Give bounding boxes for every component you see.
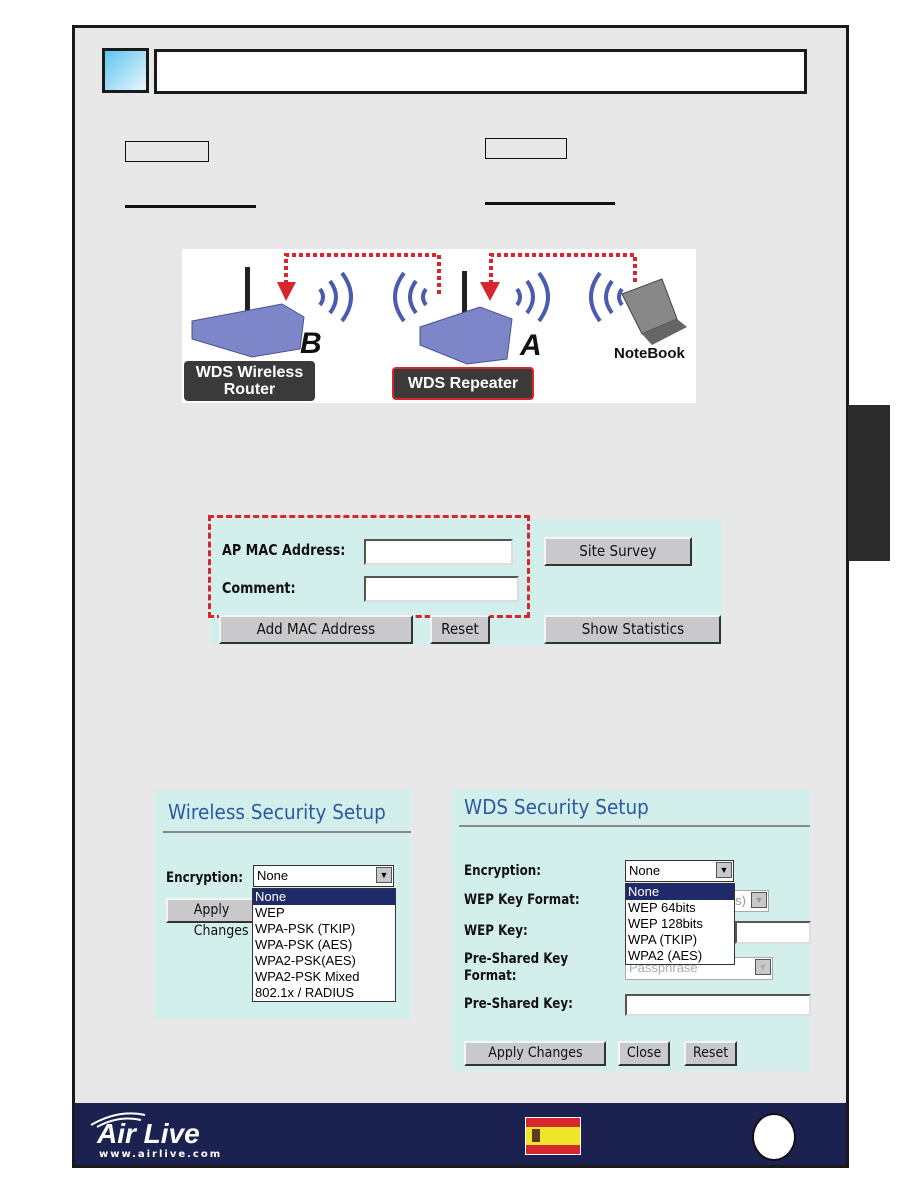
underline-left	[125, 205, 256, 208]
chevron-down-icon: ▼	[755, 959, 771, 975]
label-b: B	[300, 327, 322, 360]
wds-encryption-label: Encryption:	[464, 863, 541, 879]
show-statistics-button[interactable]: Show Statistics	[544, 615, 721, 644]
router-tag: WDS Wireless Router	[184, 361, 315, 401]
ap-mac-label: AP MAC Address:	[222, 541, 346, 559]
wds-diagram: B A NoteBook WDS Wireless Router WDS Rep…	[182, 249, 696, 403]
repeater-tag: WDS Repeater	[392, 367, 534, 400]
dropdown-option[interactable]: WPA (TKIP)	[626, 932, 734, 948]
wds-security-title: WDS Security Setup	[464, 795, 649, 819]
dropdown-option[interactable]: WEP	[253, 905, 395, 921]
psk-label: Pre-Shared Key:	[464, 996, 573, 1012]
divider	[459, 825, 810, 827]
add-mac-button[interactable]: Add MAC Address	[219, 615, 413, 644]
wds-encryption-select[interactable]: None ▼	[625, 860, 734, 882]
divider	[163, 831, 411, 833]
chevron-down-icon: ▼	[716, 862, 732, 878]
comment-input[interactable]	[364, 576, 519, 602]
wireless-security-title: Wireless Security Setup	[168, 800, 386, 824]
underline-right	[485, 202, 615, 205]
footer-url: www.airlive.com	[99, 1149, 223, 1160]
psk-input[interactable]	[625, 994, 811, 1016]
router-tag-line1: WDS Wireless	[195, 364, 304, 381]
dropdown-option[interactable]: WEP 128bits	[626, 916, 734, 932]
encryption-dropdown: None WEP WPA-PSK (TKIP) WPA-PSK (AES) WP…	[252, 888, 396, 1002]
chevron-down-icon: ▼	[376, 867, 392, 883]
wep-key-input[interactable]	[735, 921, 811, 944]
page-number-oval	[752, 1113, 796, 1161]
highlight-box	[208, 515, 530, 618]
dropdown-option[interactable]: None	[253, 889, 395, 905]
encryption-label: Encryption:	[166, 870, 243, 886]
dropdown-option[interactable]: 802.1x / RADIUS	[253, 985, 395, 1001]
wep-key-format-label: WEP Key Format:	[464, 892, 580, 908]
encryption-select[interactable]: None ▼	[253, 865, 394, 887]
dropdown-option[interactable]: WEP 64bits	[626, 900, 734, 916]
spain-flag-icon	[525, 1117, 581, 1155]
dropdown-option[interactable]: WPA2-PSK(AES)	[253, 953, 395, 969]
dropdown-option[interactable]: WPA-PSK (TKIP)	[253, 921, 395, 937]
side-tab	[848, 405, 890, 561]
label-box-right	[485, 138, 567, 159]
psk-format-label: Pre-Shared Key Format:	[464, 951, 569, 984]
label-box-left	[125, 141, 209, 162]
footer: Air Live www.airlive.com	[75, 1103, 846, 1165]
comment-label: Comment:	[222, 579, 296, 597]
airlive-logo: Air Live	[97, 1118, 200, 1149]
label-a: A	[520, 329, 542, 362]
dropdown-option[interactable]: None	[626, 884, 734, 900]
reset-button[interactable]: Reset	[430, 615, 490, 644]
wds-reset-button[interactable]: Reset	[684, 1041, 737, 1066]
dropdown-option[interactable]: WPA-PSK (AES)	[253, 937, 395, 953]
section-title-box	[154, 49, 807, 94]
chevron-down-icon: ▼	[751, 892, 767, 908]
site-survey-button[interactable]: Site Survey	[544, 537, 692, 566]
section-marker	[102, 48, 149, 93]
dropdown-option[interactable]: WPA2 (AES)	[626, 948, 734, 964]
notebook-label: NoteBook	[614, 345, 685, 362]
wds-apply-button[interactable]: Apply Changes	[464, 1041, 606, 1066]
router-tag-line2: Router	[223, 381, 276, 398]
wep-key-label: WEP Key:	[464, 923, 528, 939]
wds-close-button[interactable]: Close	[618, 1041, 670, 1066]
apply-changes-button[interactable]: Apply Changes	[166, 898, 266, 939]
dropdown-option[interactable]: WPA2-PSK Mixed	[253, 969, 395, 985]
ap-mac-input[interactable]	[364, 539, 513, 565]
wds-encryption-dropdown: None WEP 64bits WEP 128bits WPA (TKIP) W…	[625, 883, 735, 965]
